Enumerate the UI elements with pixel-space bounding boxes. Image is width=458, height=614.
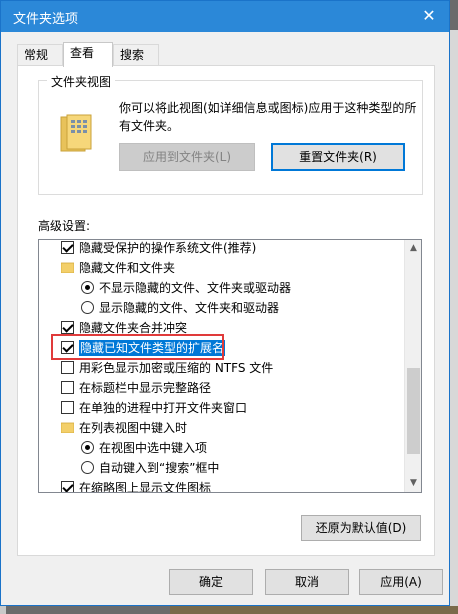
- tab-search[interactable]: 搜索: [113, 44, 159, 66]
- folder-views-icon: [60, 114, 92, 152]
- advanced-settings-label: 高级设置:: [38, 219, 91, 233]
- scroll-up-arrow-icon[interactable]: ▲: [405, 240, 421, 257]
- setting-checkbox[interactable]: [61, 361, 74, 374]
- setting-radio[interactable]: [81, 441, 94, 454]
- title-bar[interactable]: 文件夹选项 ✕: [1, 1, 449, 32]
- setting-label: 在列表视图中键入时: [79, 421, 188, 435]
- advanced-settings-items: 隐藏受保护的操作系统文件(推荐) 隐藏文件和文件夹不显示隐藏的文件、文件夹或驱动器…: [39, 240, 405, 493]
- reset-folders-button[interactable]: 重置文件夹(R): [271, 143, 405, 171]
- ok-button[interactable]: 确定: [169, 569, 253, 595]
- setting-label: 自动键入到“搜索”框中: [99, 461, 220, 475]
- restore-defaults-button[interactable]: 还原为默认值(D): [301, 515, 421, 541]
- setting-checkbox[interactable]: [61, 481, 74, 492]
- advanced-setting-row[interactable]: 在缩略图上显示文件图标: [39, 478, 405, 493]
- setting-label: 在标题栏中显示完整路径: [79, 381, 212, 395]
- advanced-setting-row: 在列表视图中键入时: [39, 418, 405, 438]
- folder-options-dialog: 文件夹选项 ✕ 常规 查看 搜索 文件夹视图 你可以将此视图(如详细信息或图标)…: [0, 0, 450, 606]
- setting-radio[interactable]: [81, 461, 94, 474]
- folder-icon: [61, 262, 74, 273]
- view-tab-panel: 文件夹视图 你可以将此视图(如详细信息或图标)应用于这种类型的所有文件夹。 应用…: [17, 65, 435, 556]
- setting-label: 在单独的进程中打开文件夹窗口: [79, 401, 248, 415]
- window-title: 文件夹选项: [13, 12, 79, 27]
- desktop-background-right: [450, 30, 458, 614]
- setting-checkbox[interactable]: [61, 381, 74, 394]
- advanced-setting-row[interactable]: 隐藏受保护的操作系统文件(推荐): [39, 240, 405, 258]
- folder-views-group: 文件夹视图 你可以将此视图(如详细信息或图标)应用于这种类型的所有文件夹。 应用…: [38, 73, 423, 195]
- setting-checkbox[interactable]: [61, 241, 74, 254]
- annotation-highlight-box: [51, 334, 224, 360]
- advanced-settings-list[interactable]: 隐藏受保护的操作系统文件(推荐) 隐藏文件和文件夹不显示隐藏的文件、文件夹或驱动器…: [38, 239, 422, 493]
- apply-to-folders-button[interactable]: 应用到文件夹(L): [119, 143, 255, 171]
- tab-general[interactable]: 常规: [17, 44, 63, 66]
- setting-label: 用彩色显示加密或压缩的 NTFS 文件: [79, 361, 274, 375]
- folder-views-description: 你可以将此视图(如详细信息或图标)应用于这种类型的所有文件夹。: [119, 101, 417, 133]
- setting-label: 在缩略图上显示文件图标: [79, 481, 212, 493]
- setting-checkbox[interactable]: [61, 321, 74, 334]
- desktop-background-bottom: [170, 606, 458, 614]
- setting-label: 不显示隐藏的文件、文件夹或驱动器: [99, 281, 292, 295]
- advanced-setting-row[interactable]: 自动键入到“搜索”框中: [39, 458, 405, 478]
- advanced-setting-row[interactable]: 用彩色显示加密或压缩的 NTFS 文件: [39, 358, 405, 378]
- advanced-setting-row[interactable]: 在标题栏中显示完整路径: [39, 378, 405, 398]
- folder-icon: [61, 422, 74, 433]
- advanced-setting-row[interactable]: 在视图中选中键入项: [39, 438, 405, 458]
- setting-radio[interactable]: [81, 281, 94, 294]
- setting-label: 在视图中选中键入项: [99, 441, 208, 455]
- advanced-list-scrollbar[interactable]: ▲ ▼: [404, 240, 421, 492]
- setting-radio[interactable]: [81, 301, 94, 314]
- scroll-down-arrow-icon[interactable]: ▼: [405, 475, 421, 492]
- setting-label: 隐藏受保护的操作系统文件(推荐): [79, 241, 257, 255]
- advanced-setting-row[interactable]: 在单独的进程中打开文件夹窗口: [39, 398, 405, 418]
- close-button[interactable]: ✕: [409, 1, 449, 32]
- setting-label: 显示隐藏的文件、文件夹和驱动器: [99, 301, 280, 315]
- setting-label: 隐藏文件和文件夹: [79, 261, 176, 275]
- scroll-thumb[interactable]: [407, 368, 420, 454]
- cancel-button[interactable]: 取消: [265, 569, 349, 595]
- close-icon: ✕: [422, 6, 436, 25]
- advanced-setting-row[interactable]: 不显示隐藏的文件、文件夹或驱动器: [39, 278, 405, 298]
- apply-button[interactable]: 应用(A): [359, 569, 443, 595]
- advanced-setting-row[interactable]: 显示隐藏的文件、文件夹和驱动器: [39, 298, 405, 318]
- advanced-setting-row: 隐藏文件和文件夹: [39, 258, 405, 278]
- folder-views-legend: 文件夹视图: [47, 73, 116, 90]
- setting-checkbox[interactable]: [61, 401, 74, 414]
- tab-view[interactable]: 查看: [63, 42, 113, 67]
